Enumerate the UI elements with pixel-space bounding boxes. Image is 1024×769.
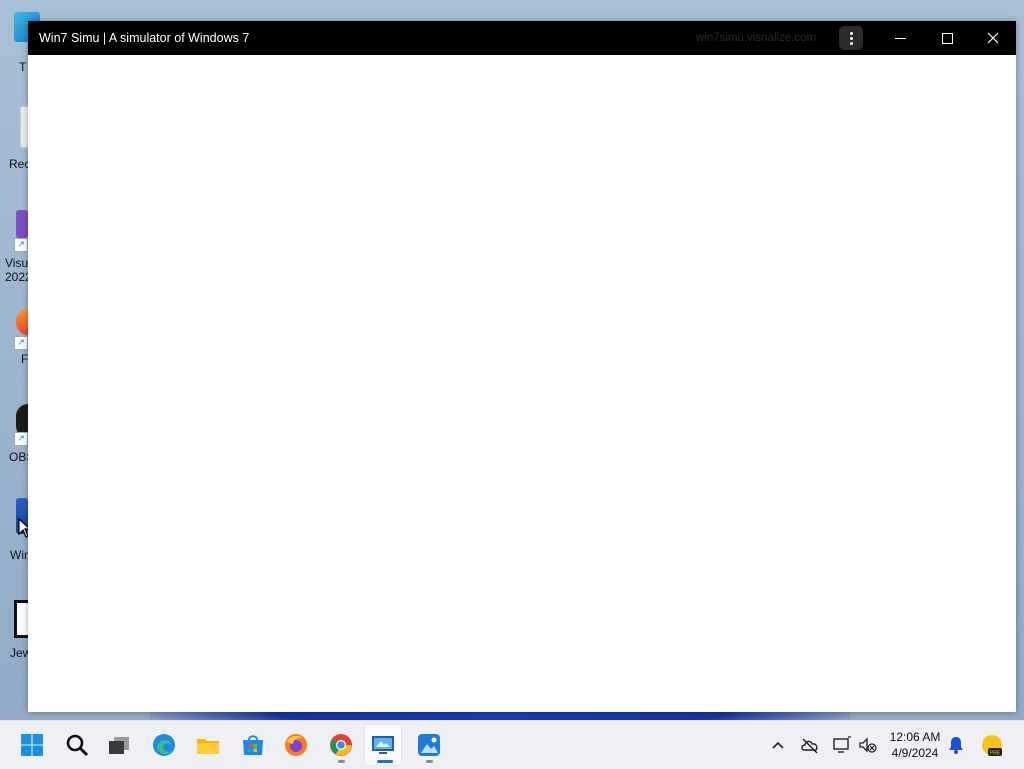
clock-date: 4/9/2024	[891, 746, 939, 760]
chrome-icon[interactable]	[329, 733, 353, 757]
taskbar: 12:06 AM 4/9/2024 PRE	[0, 720, 1024, 769]
window-content[interactable]	[28, 55, 1016, 712]
minimize-button[interactable]	[877, 21, 923, 55]
shortcut-arrow-icon: ↗	[14, 238, 28, 252]
svg-text:PRE: PRE	[990, 751, 1001, 757]
search-icon[interactable]	[65, 733, 89, 757]
onedrive-offline-icon[interactable]	[800, 735, 820, 755]
start-icon[interactable]	[20, 733, 44, 757]
clock-time: 12:06 AM	[889, 730, 941, 744]
firefox-icon[interactable]	[284, 733, 308, 757]
edge-icon[interactable]	[152, 733, 176, 757]
chevron-up-icon[interactable]	[768, 735, 788, 755]
maximize-icon	[941, 32, 953, 44]
active-app-indicator	[377, 760, 393, 763]
store-icon[interactable]	[241, 733, 265, 757]
chrome-running-indicator	[338, 760, 345, 763]
window-url: win7simu.visnalize.com	[696, 32, 817, 44]
jewel-icon	[14, 600, 29, 638]
desktop-icon-label: T	[19, 60, 27, 74]
close-icon	[987, 32, 999, 44]
window-title: Win7 Simu | A simulator of Windows 7	[39, 31, 250, 45]
copilot-preview-icon[interactable]: PRE	[980, 733, 1004, 757]
close-button[interactable]	[970, 21, 1016, 55]
notification-bell-icon[interactable]	[946, 735, 966, 755]
shortcut-arrow-icon: ↗	[14, 336, 28, 350]
title-bar[interactable]: Win7 Simu | A simulator of Windows 7 win…	[28, 21, 1016, 55]
task-view-icon[interactable]	[107, 733, 131, 757]
kebab-menu-icon	[839, 26, 863, 50]
file-explorer-icon[interactable]	[196, 733, 220, 757]
system-clock[interactable]: 12:06 AM 4/9/2024	[880, 729, 950, 761]
photos-running-indicator	[426, 760, 433, 763]
remote-desktop-icon[interactable]	[371, 733, 395, 757]
network-icon[interactable]	[832, 735, 852, 755]
photos-icon[interactable]	[417, 733, 441, 757]
visual-studio-icon	[16, 210, 28, 238]
volume-muted-icon[interactable]	[858, 735, 878, 755]
more-options-button[interactable]	[835, 21, 867, 55]
app-window: Win7 Simu | A simulator of Windows 7 win…	[28, 21, 1016, 712]
minimize-icon	[894, 37, 906, 39]
shortcut-arrow-icon: ↗	[14, 432, 28, 446]
maximize-button[interactable]	[924, 21, 970, 55]
desktop-icon-label: Visu	[5, 256, 29, 270]
